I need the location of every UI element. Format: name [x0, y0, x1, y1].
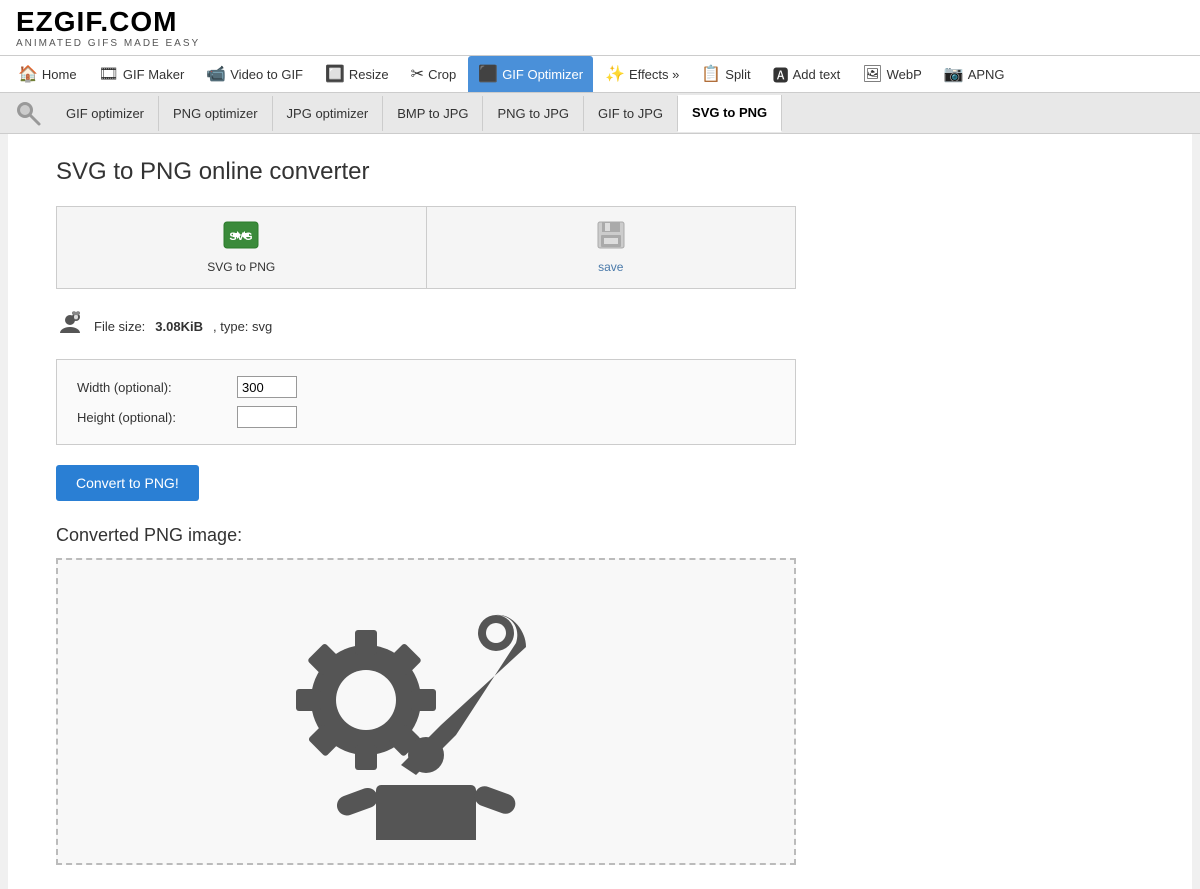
width-option-row: Width (optional):: [77, 376, 775, 398]
subnav-jpg-optimizer[interactable]: JPG optimizer: [273, 96, 384, 131]
converted-label: Converted PNG image:: [56, 525, 1144, 546]
subnav-png-optimizer[interactable]: PNG optimizer: [159, 96, 273, 131]
nav-apng-label: APNG: [968, 67, 1005, 82]
nav-crop-label: Crop: [428, 67, 456, 82]
file-settings-icon: [56, 309, 84, 343]
subnav-logo: [8, 93, 48, 133]
preview-svg-container: [216, 560, 636, 863]
options-box: Width (optional): Height (optional):: [56, 359, 796, 445]
nav-split-label: Split: [725, 67, 750, 82]
page-title: SVG to PNG online converter: [56, 158, 1144, 186]
svg-text:SVG: SVG: [230, 231, 253, 243]
sub-navbar: GIF optimizer PNG optimizer JPG optimize…: [0, 93, 1200, 134]
gif-optimizer-icon: ⬛: [478, 64, 498, 84]
nav-webp-label: WebP: [887, 67, 922, 82]
width-input[interactable]: [237, 376, 297, 398]
subnav-gif-to-jpg[interactable]: GIF to JPG: [584, 96, 678, 131]
subnav-gif-optimizer[interactable]: GIF optimizer: [52, 96, 159, 131]
file-size-value: 3.08KiB: [155, 319, 203, 334]
nav-video-to-gif[interactable]: 📹 Video to GIF: [196, 56, 313, 92]
home-icon: 🏠: [18, 64, 38, 84]
file-info-row: File size: 3.08KiB , type: svg: [56, 309, 1144, 343]
nav-resize[interactable]: 🔲 Resize: [315, 56, 399, 92]
nav-add-text-label: Add text: [793, 67, 841, 82]
nav-apng[interactable]: 📷 APNG: [934, 56, 1015, 92]
nav-video-to-gif-label: Video to GIF: [230, 67, 303, 82]
nav-resize-label: Resize: [349, 67, 389, 82]
width-label: Width (optional):: [77, 380, 237, 395]
height-option-row: Height (optional):: [77, 406, 775, 428]
logo-main-text: EZGIF.COM: [16, 8, 200, 36]
nav-gif-maker[interactable]: 🎞 GIF Maker: [89, 56, 195, 92]
nav-crop[interactable]: ✂ Crop: [401, 56, 467, 92]
nav-home-label: Home: [42, 67, 77, 82]
add-text-icon: 🅰: [773, 62, 789, 86]
convert-button[interactable]: Convert to PNG!: [56, 465, 199, 501]
resize-icon: 🔲: [325, 64, 345, 84]
nav-gif-optimizer-label: GIF Optimizer: [502, 67, 583, 82]
tool-buttons-row: SVG SVG to PNG save: [56, 206, 796, 289]
video-icon: 📹: [206, 64, 226, 84]
nav-add-text[interactable]: 🅰 Add text: [763, 56, 851, 92]
crop-icon: ✂: [411, 64, 424, 84]
subnav-bmp-to-jpg[interactable]: BMP to JPG: [383, 96, 483, 131]
webp-icon: 🖼: [862, 64, 882, 84]
main-content: SVG to PNG online converter SVG SVG to P…: [8, 134, 1192, 889]
nav-effects[interactable]: ✨ Effects »: [595, 56, 689, 92]
converted-image-preview: [56, 558, 796, 865]
apng-icon: 📷: [944, 64, 964, 84]
site-logo[interactable]: EZGIF.COM Animated GIFs Made Easy: [16, 8, 200, 49]
split-icon: 📋: [701, 64, 721, 84]
save-icon: [597, 221, 625, 256]
svg-to-png-label: SVG to PNG: [207, 260, 275, 274]
effects-icon: ✨: [605, 64, 625, 84]
file-type-label: , type: svg: [213, 319, 272, 334]
subnav-svg-to-png[interactable]: SVG to PNG: [678, 95, 782, 132]
nav-effects-label: Effects »: [629, 67, 679, 82]
nav-gif-optimizer[interactable]: ⬛ GIF Optimizer: [468, 56, 593, 92]
file-size-label: File size:: [94, 319, 145, 334]
logo-sub-text: Animated GIFs Made Easy: [16, 38, 200, 49]
main-navbar: 🏠 Home 🎞 GIF Maker 📹 Video to GIF 🔲 Resi…: [0, 56, 1200, 93]
svg-to-png-icon: SVG: [223, 221, 259, 256]
nav-gif-maker-label: GIF Maker: [123, 67, 184, 82]
nav-webp[interactable]: 🖼 WebP: [852, 56, 931, 92]
subnav-png-to-jpg[interactable]: PNG to JPG: [483, 96, 584, 131]
svg-to-png-button[interactable]: SVG SVG to PNG: [57, 207, 427, 288]
nav-split[interactable]: 📋 Split: [691, 56, 760, 92]
gif-maker-icon: 🎞: [99, 64, 119, 84]
height-label: Height (optional):: [77, 410, 237, 425]
height-input[interactable]: [237, 406, 297, 428]
save-label: save: [598, 260, 623, 274]
save-button[interactable]: save: [427, 207, 796, 288]
nav-home[interactable]: 🏠 Home: [8, 56, 87, 92]
